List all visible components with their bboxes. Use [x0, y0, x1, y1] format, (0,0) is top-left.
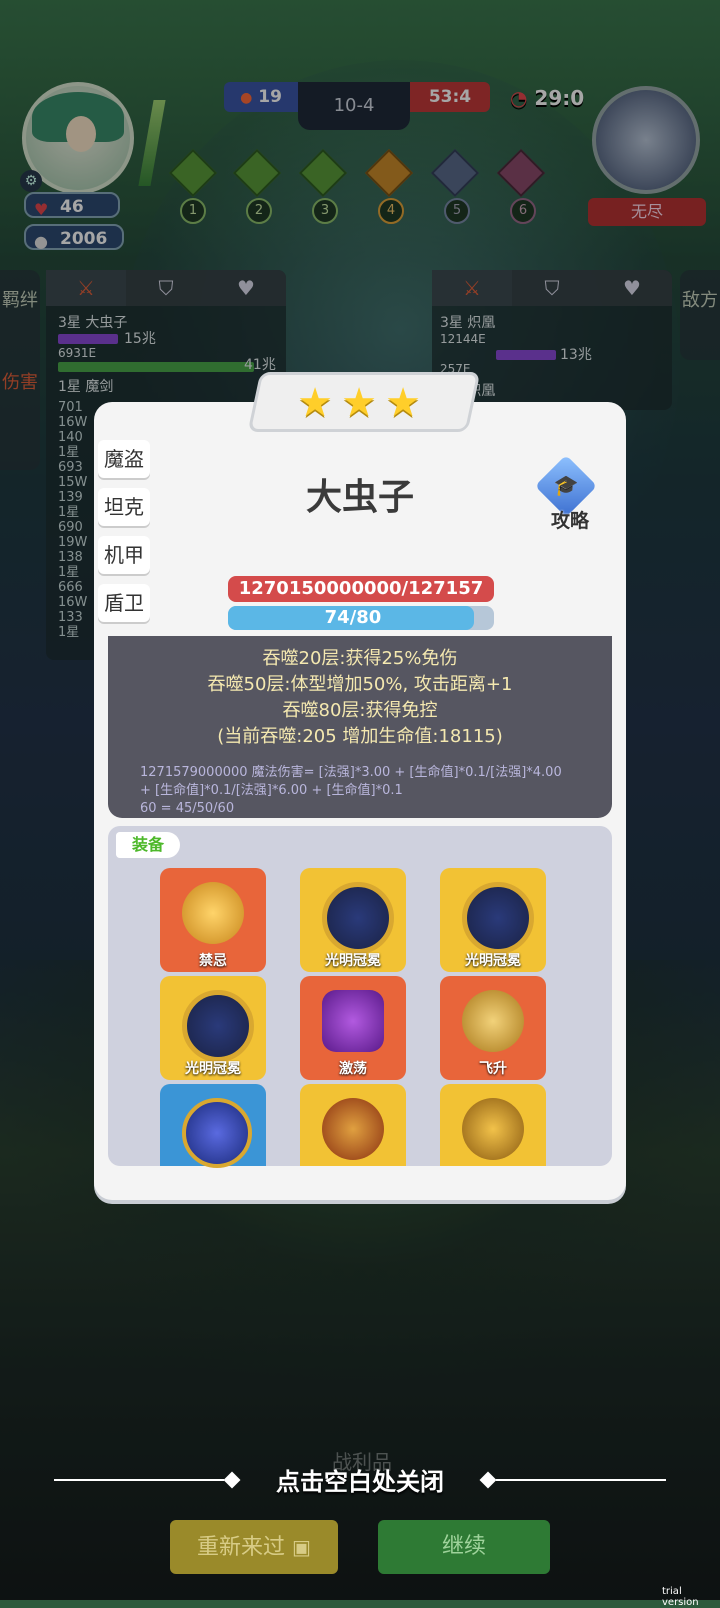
desc-line: 吞噬50层:体型增加50%, 攻击距离+1: [207, 674, 513, 695]
strategy-button[interactable]: 🎓 攻略: [534, 454, 602, 532]
desc-line: (当前吞噬:205 增加生命值:18115): [217, 726, 503, 747]
star-icon: ★: [341, 380, 377, 426]
class-tags: 魔盗 坦克 机甲 盾卫: [98, 440, 158, 636]
equip-item[interactable]: [440, 1084, 546, 1166]
equip-item-label: 光明冠冕: [185, 1061, 241, 1077]
formula-line: 1271579000000 魔法伤害= [法强]*3.00 + [生命值]*0.…: [140, 765, 562, 780]
equip-item[interactable]: [300, 1084, 406, 1166]
equip-item-label: 光明冠冕: [325, 953, 381, 969]
ascend-icon: [462, 990, 524, 1052]
class-tag: 机甲: [98, 536, 150, 574]
retry-label: 重新来过: [197, 1535, 286, 1560]
equip-item[interactable]: 光明冠冕: [440, 868, 546, 972]
equip-item[interactable]: 光明冠冕: [160, 976, 266, 1080]
crown-icon: [322, 882, 394, 954]
star-rating: ★ ★ ★: [290, 378, 440, 426]
close-hint[interactable]: 点击空白处关闭: [240, 1462, 480, 1497]
star-icon: ★: [297, 380, 333, 426]
equip-item[interactable]: 激荡: [300, 976, 406, 1080]
scythe-icon: [322, 1098, 384, 1160]
forbidden-icon: [182, 882, 244, 944]
scepter-icon: [182, 1098, 252, 1168]
star-icon: ★: [385, 380, 421, 426]
equipment-label: 装备: [116, 832, 180, 858]
equip-item-label: 禁忌: [199, 953, 227, 969]
class-tag: 坦克: [98, 488, 150, 526]
hp-bar: 1270150000000/127157: [228, 576, 494, 602]
equip-item[interactable]: 飞升: [440, 976, 546, 1080]
retry-button[interactable]: 重新来过 ▣: [170, 1520, 338, 1574]
unit-title: 大虫子: [305, 477, 414, 518]
continue-button[interactable]: 继续: [378, 1520, 550, 1574]
divider-line: [496, 1479, 666, 1481]
crown-icon: [182, 990, 254, 1062]
skill-description: 吞噬20层:获得25%免伤 吞噬50层:体型增加50%, 攻击距离+1 吞噬80…: [108, 636, 612, 818]
helmet-icon: [462, 1098, 524, 1160]
graduation-cap-icon: 🎓: [553, 473, 579, 497]
strategy-label: 攻略: [550, 510, 589, 532]
equip-item[interactable]: [160, 1084, 266, 1168]
equip-item-label: 光明冠冕: [465, 953, 521, 969]
class-tag: 魔盗: [98, 440, 150, 478]
crown-icon: [462, 882, 534, 954]
mana-text: 74/80: [324, 607, 382, 628]
desc-line: 吞噬80层:获得免控: [282, 700, 438, 721]
equip-item[interactable]: 禁忌: [160, 868, 266, 972]
formula-line: 60 = 45/50/60: [140, 801, 235, 816]
video-icon: ▣: [292, 1535, 311, 1559]
class-tag: 盾卫: [98, 584, 150, 622]
trial-watermark: trial version: [662, 1586, 699, 1608]
divider-line: [54, 1479, 224, 1481]
equip-item-label: 飞升: [479, 1061, 507, 1077]
desc-line: 吞噬20层:获得25%免伤: [262, 648, 458, 669]
equip-item-label: 激荡: [339, 1061, 367, 1077]
formula-line: + [生命值]*0.1/[法强]*6.00 + [生命值]*0.1: [140, 783, 403, 798]
surge-icon: [322, 990, 384, 1052]
equip-item[interactable]: 光明冠冕: [300, 868, 406, 972]
